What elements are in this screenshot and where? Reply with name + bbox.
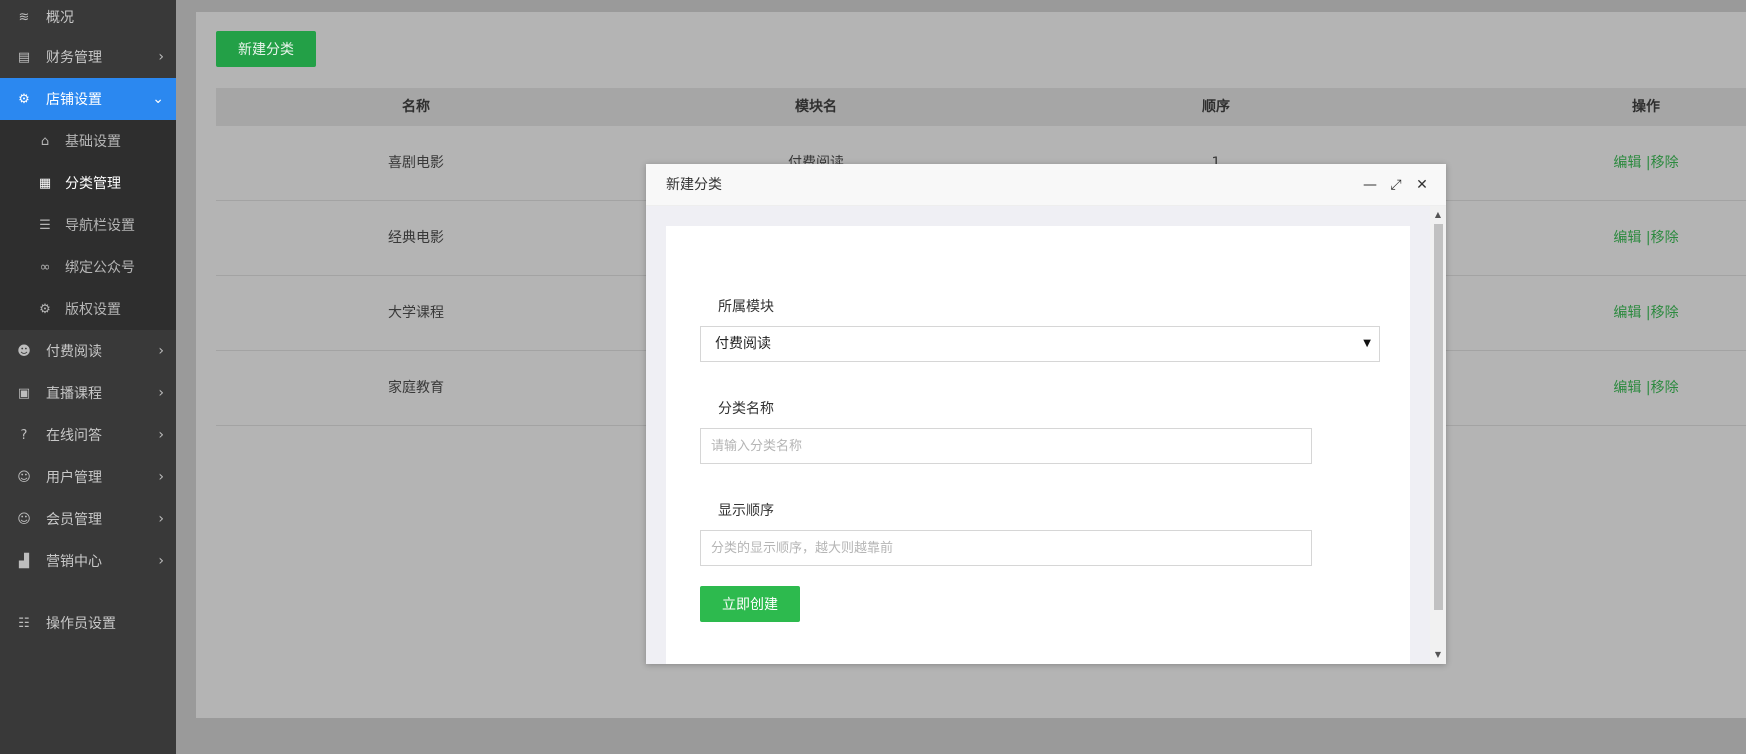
caret-down-icon: ▼ (1363, 338, 1371, 349)
question-icon: ? (20, 427, 28, 443)
chevron-right-icon: › (158, 385, 164, 401)
chevron-right-icon: › (158, 49, 164, 65)
sidebar-item-label: 财务管理 (46, 50, 102, 66)
sidebar-item-label: 付费阅读 (46, 344, 102, 360)
new-category-button[interactable]: 新建分类 (216, 31, 316, 67)
modal-form: 所属模块 付费阅读 ▼ 分类名称 显示顺序 立即创建 (666, 226, 1410, 664)
scroll-down-icon[interactable]: ▼ (1433, 650, 1443, 660)
row-actions: 编辑 |移除 (1613, 201, 1678, 276)
sidebar-item-label: 店铺设置 (46, 92, 102, 108)
sidebar-subitem-label: 导航栏设置 (65, 218, 135, 234)
chevron-right-icon: › (158, 553, 164, 569)
create-button[interactable]: 立即创建 (700, 586, 800, 622)
chevron-right-icon: › (158, 469, 164, 485)
gear-icon: ⚙ (18, 91, 30, 107)
sidebar-subitem-label: 基础设置 (65, 134, 121, 150)
cell-name: 经典电影 (388, 230, 444, 246)
row-actions: 编辑 |移除 (1613, 351, 1678, 426)
edit-link[interactable]: 编辑 (1613, 380, 1641, 396)
sidebar-item-user-management[interactable]: ☺ 用户管理 › (0, 456, 176, 498)
chevron-right-icon: › (158, 343, 164, 359)
ledger-icon: ▤ (17, 49, 31, 65)
module-label: 所属模块 (718, 299, 774, 315)
sidebar-item-shop-settings[interactable]: ⚙ 店铺设置 ⌄ (0, 78, 176, 120)
sidebar-item-finance[interactable]: ▤ 财务管理 › (0, 36, 176, 78)
sidebar-subitem-bind-account[interactable]: ∞ 绑定公众号 (0, 246, 176, 288)
modal-title: 新建分类 (666, 177, 722, 193)
category-name-label: 分类名称 (718, 401, 774, 417)
sidebar-item-label: 用户管理 (46, 470, 102, 486)
home-icon: ⌂ (40, 133, 50, 149)
link-icon: ∞ (39, 259, 51, 275)
tv-icon: ▣ (17, 385, 31, 401)
remove-link[interactable]: 移除 (1651, 230, 1679, 246)
sidebar-subitem-category-management[interactable]: ▦ 分类管理 (0, 162, 176, 204)
remove-link[interactable]: 移除 (1651, 305, 1679, 321)
bar-chart-icon: ▟ (19, 553, 29, 569)
reader-icon: ☻ (17, 343, 31, 359)
sidebar-item-live-course[interactable]: ▣ 直播课程 › (0, 372, 176, 414)
sidebar-subitem-label: 版权设置 (65, 302, 121, 318)
module-select[interactable]: 付费阅读 ▼ (700, 326, 1380, 362)
row-actions: 编辑 |移除 (1613, 126, 1678, 201)
chevron-right-icon: › (158, 511, 164, 527)
sidebar-item-label: 直播课程 (46, 386, 102, 402)
list-icon: ☰ (39, 217, 51, 233)
column-header-name: 名称 (402, 99, 430, 115)
scroll-up-icon[interactable]: ▲ (1433, 210, 1443, 220)
sidebar: ≋ 概况 ▤ 财务管理 › ⚙ 店铺设置 ⌄ ⌂ 基础设置 ▦ 分类管理 ☰ 导… (0, 0, 176, 754)
submenu-shop-settings: ⌂ 基础设置 ▦ 分类管理 ☰ 导航栏设置 ∞ 绑定公众号 ⚙ 版权设置 (0, 120, 176, 330)
scroll-thumb[interactable] (1434, 224, 1443, 610)
category-name-input[interactable] (700, 428, 1312, 464)
edit-link[interactable]: 编辑 (1613, 155, 1641, 171)
column-header-actions: 操作 (1632, 99, 1660, 115)
sidebar-item-overview[interactable]: ≋ 概况 (0, 0, 176, 38)
sidebar-subitem-label: 分类管理 (65, 176, 121, 192)
edit-link[interactable]: 编辑 (1613, 230, 1641, 246)
grid-icon: ▦ (38, 175, 52, 191)
chevron-right-icon: › (158, 427, 164, 443)
display-order-input[interactable] (700, 530, 1312, 566)
sidebar-subitem-navbar-settings[interactable]: ☰ 导航栏设置 (0, 204, 176, 246)
sidebar-subitem-copyright[interactable]: ⚙ 版权设置 (0, 288, 176, 330)
sidebar-item-label: 在线问答 (46, 428, 102, 444)
cell-name: 家庭教育 (388, 380, 444, 396)
modal-scrollbar[interactable]: ▲ ▼ (1430, 206, 1446, 664)
sidebar-item-label: 概况 (46, 10, 74, 26)
sidebar-item-online-qa[interactable]: ? 在线问答 › (0, 414, 176, 456)
cell-name: 大学课程 (388, 305, 444, 321)
remove-link[interactable]: 移除 (1651, 380, 1679, 396)
sidebar-subitem-label: 绑定公众号 (65, 260, 135, 276)
sidebar-item-label: 营销中心 (46, 554, 102, 570)
sidebar-item-paid-reading[interactable]: ☻ 付费阅读 › (0, 330, 176, 372)
column-header-module: 模块名 (795, 99, 837, 115)
close-icon[interactable]: ✕ (1412, 175, 1432, 195)
member-icon: ☺ (17, 511, 31, 527)
user-gear-icon: ☺ (17, 469, 31, 485)
sidebar-subitem-basic-settings[interactable]: ⌂ 基础设置 (0, 120, 176, 162)
sidebar-item-member-management[interactable]: ☺ 会员管理 › (0, 498, 176, 540)
new-category-modal: 新建分类 — ⤢ ✕ 所属模块 付费阅读 ▼ 分类名称 显示顺序 立即创建 ▲ … (646, 164, 1446, 664)
row-actions: 编辑 |移除 (1613, 276, 1678, 351)
edit-link[interactable]: 编辑 (1613, 305, 1641, 321)
modal-header[interactable]: 新建分类 — ⤢ ✕ (646, 164, 1446, 206)
minimize-icon[interactable]: — (1360, 175, 1380, 195)
display-order-label: 显示顺序 (718, 503, 774, 519)
column-header-order: 顺序 (1202, 99, 1230, 115)
table-header: 名称 模块名 顺序 操作 (216, 88, 1746, 126)
module-select-value: 付费阅读 (715, 336, 771, 352)
cell-name: 喜剧电影 (388, 155, 444, 171)
operator-icon: ☷ (18, 615, 30, 631)
sidebar-item-label: 操作员设置 (46, 616, 116, 632)
maximize-icon[interactable]: ⤢ (1386, 175, 1406, 195)
remove-link[interactable]: 移除 (1651, 155, 1679, 171)
gear-icon: ⚙ (39, 301, 51, 317)
sidebar-item-operator-settings[interactable]: ☷ 操作员设置 (0, 602, 176, 644)
layers-icon: ≋ (18, 9, 30, 25)
chevron-down-icon: ⌄ (152, 91, 164, 107)
sidebar-item-marketing[interactable]: ▟ 营销中心 › (0, 540, 176, 582)
sidebar-item-label: 会员管理 (46, 512, 102, 528)
